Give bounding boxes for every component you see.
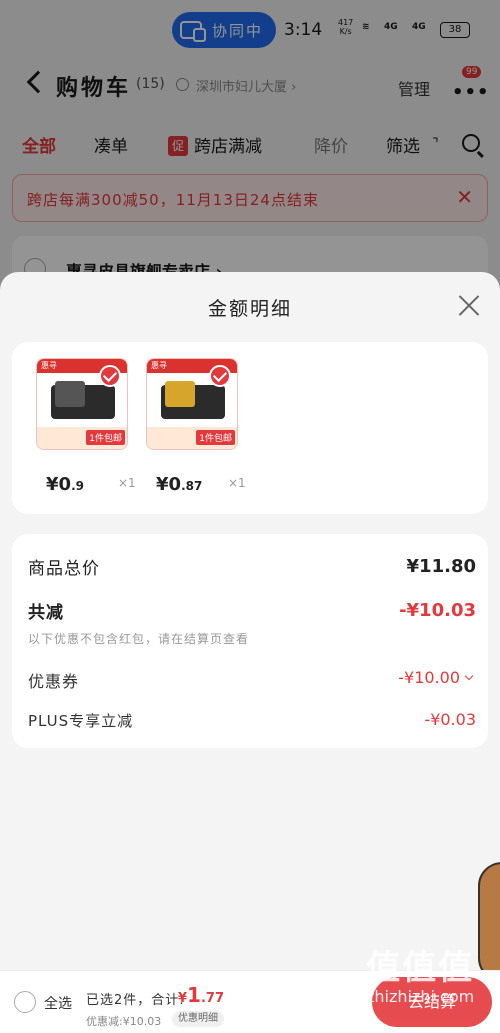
checked-icon [209,365,231,387]
coupon-row-value[interactable]: -¥10.00 [398,668,474,687]
thumb-brand-tag: 惠寻 [151,361,167,370]
price-int: ¥0 [46,474,72,495]
close-icon[interactable] [458,294,480,316]
product-price: ¥0.87 [156,474,202,495]
free-shipping-tag: 1件包邮 [86,430,125,445]
product-item: 惠寻 1件包邮 ¥0.9 ×1 [36,358,136,495]
select-all-radio[interactable] [14,991,36,1013]
product-qty: ×1 [228,476,246,490]
discount-line: 优惠减:¥10.03 [86,1015,162,1028]
reduce-label: 共减 [28,603,64,623]
price-int: ¥0 [156,474,182,495]
coupon-label: 优惠券 [28,672,80,691]
free-shipping-tag: 1件包邮 [196,430,235,445]
thumb-brand-tag: 惠寻 [41,361,57,370]
watermark-logo: 值值值 [366,948,475,988]
product-item: 惠寻 1件包邮 ¥0.87 ×1 [146,358,246,495]
buckle-image [165,381,195,407]
product-price: ¥0.9 [46,474,84,495]
chevron-down-icon [464,671,474,681]
reduce-note: 以下优惠不包含红包，请在结算页查看 [28,632,250,646]
coupon-value: -¥10.00 [398,668,460,687]
product-qty: ×1 [118,476,136,490]
total-yen: ¥ [178,991,188,1006]
price-dec: .9 [71,479,84,493]
total-price: ¥1.77 [178,983,224,1007]
product-thumbnail[interactable]: 惠寻 1件包邮 [146,358,238,450]
price-summary: 商品总价 ¥11.80 共减 -¥10.03 以下优惠不包含红包，请在结算页查看… [12,534,488,748]
total-dec: .77 [200,991,224,1006]
reduce-value: -¥10.03 [399,600,476,621]
sheet-title: 金额明细 [207,298,292,320]
plus-label: PLUS专享立减 [28,712,134,730]
selected-summary: 已选2件，合计: [86,993,185,1008]
total-label: 商品总价 [28,559,100,579]
plus-value: -¥0.03 [424,710,476,729]
buckle-image [55,381,85,407]
price-dec: .87 [181,479,203,493]
select-all-label[interactable]: 全选 [44,993,72,1013]
product-thumbnail[interactable]: 惠寻 1件包邮 [36,358,128,450]
checked-icon [99,365,121,387]
discount-detail-button[interactable]: 优惠明细 [172,1011,224,1027]
amount-detail-sheet: 金额明细 惠寻 1件包邮 ¥0.9 ×1 惠寻 1件包邮 ¥0.87 ×1 商品… [0,272,500,1033]
total-value: ¥11.80 [406,556,476,577]
mascot-image [478,862,500,982]
selected-products: 惠寻 1件包邮 ¥0.9 ×1 惠寻 1件包邮 ¥0.87 ×1 [12,342,488,514]
watermark-url: zhizhizhi.com [366,987,475,1006]
watermark: 值值值 zhizhizhi.com [366,940,474,1006]
total-int: 1 [187,983,201,1007]
